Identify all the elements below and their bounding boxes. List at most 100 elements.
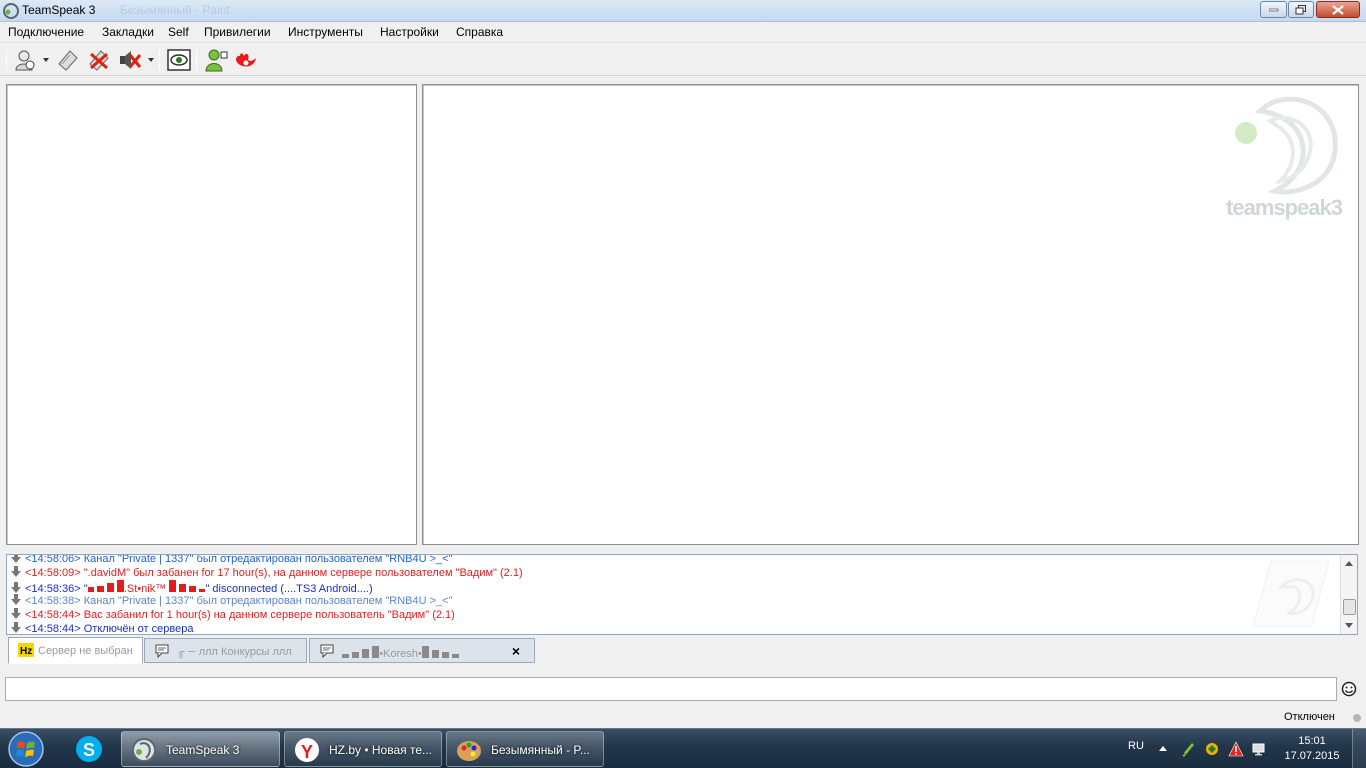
channel-commander-icon[interactable]: [234, 48, 258, 72]
windows-start-icon[interactable]: [6, 730, 46, 768]
log-line: <14:58:36> " .St•nik™ " disconnected (..…: [11, 580, 373, 595]
menu-bar: Подключение Закладки Self Привилегии Инс…: [0, 22, 1366, 43]
status-indicator-icon: [1353, 714, 1361, 722]
connect-icon[interactable]: [13, 48, 37, 72]
teamspeak-icon: [3, 3, 19, 19]
log-line: <14:58:09> ".davidM" был забанен for 17 …: [11, 566, 523, 580]
log-arrow-icon: [11, 594, 21, 605]
hz-server-icon: Hz: [18, 643, 34, 657]
connection-status: Отключен: [1284, 711, 1335, 723]
background-window-title: Безымянный - Paint: [120, 3, 230, 17]
minimize-icon: [1268, 8, 1278, 11]
whisper-icon[interactable]: [204, 48, 228, 72]
warning-icon[interactable]: [1228, 741, 1244, 757]
teamspeak-logo-text: teamspeak3: [1226, 195, 1343, 220]
log-arrow-icon: [11, 622, 21, 633]
taskbar: S TeamSpeak 3 Y HZ.by • Новая те... Безы…: [0, 728, 1366, 768]
redacted-mark: [87, 587, 94, 592]
scroll-down-icon[interactable]: [1345, 623, 1353, 628]
maximize-button[interactable]: [1288, 1, 1314, 18]
toolbar-grip: [6, 50, 7, 70]
server-log[interactable]: <14:58:06> Канал "Private | 1337" был от…: [6, 554, 1358, 635]
menu-help[interactable]: Справка: [456, 25, 503, 39]
channel-tree[interactable]: [6, 84, 417, 545]
chat-input[interactable]: [5, 677, 1337, 701]
connect-dropdown-arrow[interactable]: [43, 58, 49, 62]
network-icon[interactable]: [1252, 741, 1268, 757]
redacted-mark: [96, 586, 104, 592]
chat-icon: [155, 644, 169, 658]
log-scrollbar[interactable]: [1340, 555, 1357, 634]
info-panel: teamspeak3: [422, 84, 1359, 545]
scroll-thumb[interactable]: [1343, 599, 1356, 615]
tab-koresh[interactable]: •Koresh• ×: [309, 638, 535, 663]
log-line: <14:58:44> Вас забанил for 1 hour(s) на …: [11, 608, 455, 622]
redacted-mark: [189, 586, 197, 592]
menu-self[interactable]: Self: [168, 25, 189, 39]
redacted-mark: [169, 580, 177, 592]
teamspeak-icon: [132, 738, 156, 762]
away-icon[interactable]: [167, 48, 191, 72]
close-button[interactable]: [1316, 1, 1360, 18]
redacted-mark: [116, 580, 124, 592]
tray-app-icon[interactable]: [1204, 741, 1220, 757]
redacted-mark: [362, 649, 370, 658]
smiley-icon[interactable]: [1341, 681, 1357, 697]
title-bar: TeamSpeak 3 Безымянный - Paint: [0, 0, 1366, 22]
taskbar-paint[interactable]: Безымянный - P...: [446, 731, 604, 767]
redacted-mark: [451, 654, 459, 658]
close-icon: [1332, 4, 1344, 15]
chat-icon: [320, 644, 334, 658]
menu-connections[interactable]: Подключение: [8, 25, 84, 39]
restore-icon: [1295, 4, 1306, 14]
paint-icon: [457, 741, 481, 761]
scroll-up-icon[interactable]: [1345, 561, 1353, 566]
yandex-browser-icon: Y: [295, 738, 319, 762]
redacted-mark: [441, 652, 449, 658]
mute-speakers-icon[interactable]: [118, 48, 142, 72]
taskbar-teamspeak[interactable]: TeamSpeak 3: [121, 731, 280, 767]
close-tab-icon[interactable]: ×: [512, 643, 520, 659]
system-clock[interactable]: 15:01 17.07.2015: [1284, 734, 1340, 764]
log-arrow-icon: [11, 566, 21, 577]
show-desktop-button[interactable]: [1352, 729, 1366, 768]
teamspeak-watermark-icon: [1252, 560, 1330, 628]
redacted-mark: [342, 654, 349, 658]
tab-koresh-label: •Koresh•: [342, 646, 459, 660]
toolbar-separator: [159, 50, 160, 70]
tab-server-not-selected[interactable]: Hz Сервер не выбран: [8, 637, 143, 664]
clock-date: 17.07.2015: [1284, 750, 1340, 762]
menu-permissions[interactable]: Привилегии: [204, 25, 271, 39]
minimize-button[interactable]: [1260, 1, 1287, 18]
redacted-mark: [179, 584, 187, 592]
toolbar-separator: [196, 50, 197, 70]
menu-settings[interactable]: Настройки: [380, 25, 439, 39]
svg-text:Hz: Hz: [20, 646, 32, 657]
bookmark-icon[interactable]: [56, 48, 80, 72]
redacted-mark: [106, 583, 114, 592]
log-line: <14:58:38> Канал "Private | 1337" был от…: [11, 594, 452, 608]
redacted-mark: [431, 650, 439, 658]
toolbar: [0, 44, 1366, 76]
mute-dropdown-arrow[interactable]: [148, 58, 154, 62]
redacted-mark: [421, 646, 429, 658]
taskbar-yandex-browser[interactable]: Y HZ.by • Новая те...: [284, 731, 442, 767]
show-hidden-icons-icon[interactable]: [1159, 746, 1167, 751]
skype-icon[interactable]: S: [73, 733, 105, 765]
svg-text:Y: Y: [301, 742, 313, 762]
log-arrow-icon: [11, 582, 21, 593]
language-indicator[interactable]: RU: [1128, 740, 1144, 752]
disconnect-icon[interactable]: [87, 48, 111, 72]
menu-tools[interactable]: Инструменты: [288, 25, 363, 39]
log-line: <14:58:44> Отключён от сервера: [11, 622, 193, 634]
tab-contests[interactable]: ╓ ─ ллл Конкурсы ллл: [144, 638, 307, 663]
menu-bookmarks[interactable]: Закладки: [102, 25, 154, 39]
tray-pen-icon[interactable]: [1180, 741, 1196, 757]
clock-time: 15:01: [1298, 735, 1326, 747]
log-arrow-icon: [11, 555, 21, 563]
svg-text:S: S: [83, 740, 95, 760]
redacted-mark: [352, 652, 360, 658]
log-line: <14:58:06> Канал "Private | 1337" был от…: [11, 555, 452, 566]
log-arrow-icon: [11, 608, 21, 619]
window-title: TeamSpeak 3: [22, 3, 96, 17]
